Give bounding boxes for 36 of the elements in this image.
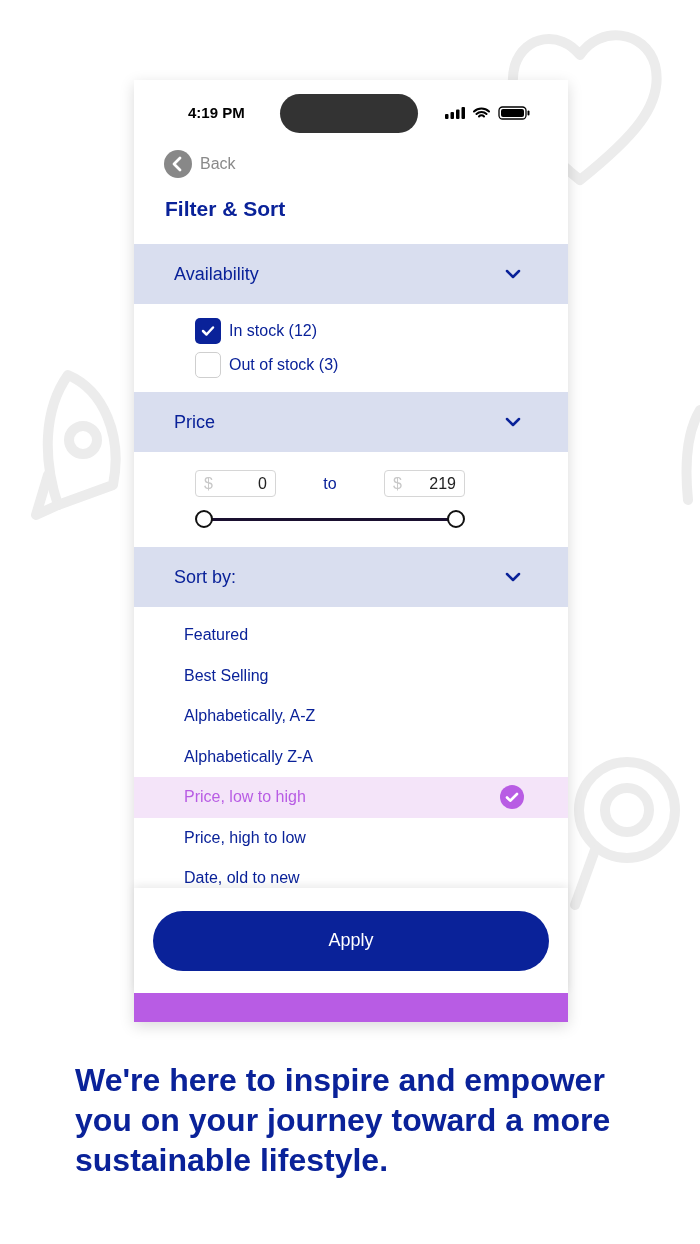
chevron-icon <box>504 268 522 280</box>
sort-option[interactable]: Price, high to low <box>134 817 568 858</box>
check-icon <box>201 325 215 337</box>
page-title: Filter & Sort <box>165 196 287 222</box>
checkbox-label: Out of stock (3) <box>229 355 339 375</box>
currency-symbol: $ <box>204 473 213 494</box>
section-header[interactable]: Price <box>134 392 568 452</box>
chevron-icon <box>504 571 522 583</box>
battery-icon <box>498 106 530 120</box>
apply-button[interactable]: Apply <box>153 910 549 971</box>
min-price-field[interactable]: $ 0 <box>195 470 276 497</box>
max-price-value: 219 <box>429 473 456 494</box>
slider-thumb[interactable] <box>447 510 465 528</box>
back-icon <box>164 150 192 178</box>
tagline: We're here to inspire and empower you on your journey toward a more sustainable lifestyle. <box>75 1061 612 1180</box>
check-circle-icon <box>500 785 524 810</box>
currency-symbol: $ <box>393 473 402 494</box>
chevron-icon <box>504 416 522 428</box>
wifi-icon <box>473 107 490 119</box>
sort-option[interactable]: Featured <box>134 615 568 656</box>
section-header[interactable]: Sort by: <box>134 547 568 607</box>
max-price-field[interactable]: $ 219 <box>384 470 465 497</box>
back-button[interactable]: Back <box>164 150 236 178</box>
checkbox[interactable] <box>195 352 221 378</box>
min-price-value: 0 <box>258 473 267 494</box>
sort-option[interactable]: Alphabetically Z-A <box>134 736 568 777</box>
sort-option[interactable]: Best Selling <box>134 655 568 696</box>
range-separator: to <box>323 473 337 494</box>
status-time: 4:19 PM <box>188 102 245 123</box>
sort-option[interactable]: Date, old to new <box>134 858 568 888</box>
section-header[interactable]: Availability <box>134 244 568 304</box>
slider-thumb[interactable] <box>195 510 213 528</box>
checkbox[interactable] <box>195 318 221 344</box>
signal-icon <box>445 107 465 119</box>
sort-option[interactable]: Alphabetically, A-Z <box>134 696 568 737</box>
checkbox-label: In stock (12) <box>229 321 318 341</box>
